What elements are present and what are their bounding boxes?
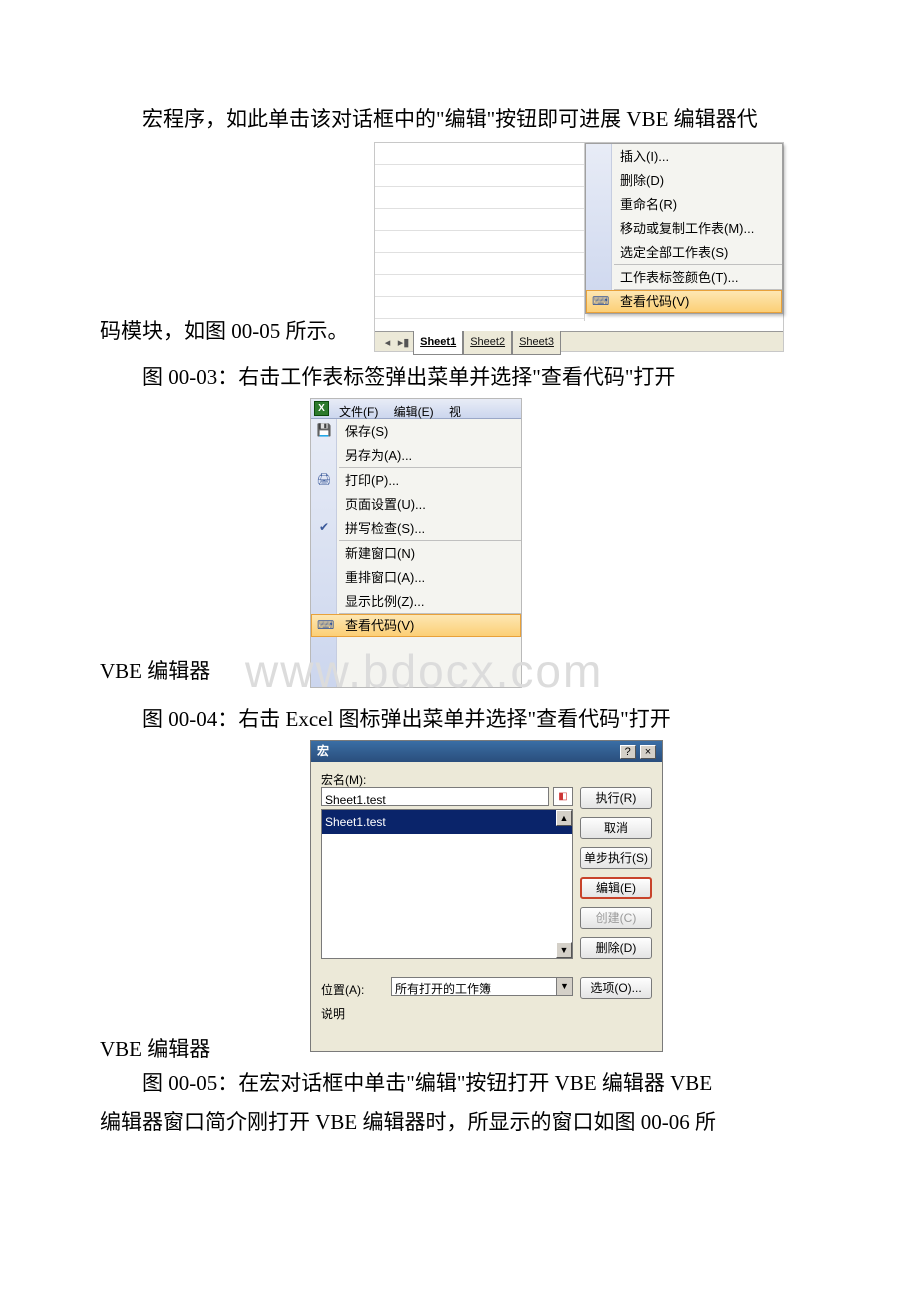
menu-item-spellcheck[interactable]: ✔ 拼写检查(S)... (311, 516, 521, 540)
window-buttons: ? × (619, 740, 656, 763)
text: 编辑器 (142, 1037, 210, 1061)
figure-4-caption: 图 00-04：右击 Excel 图标弹出菜单并选择"查看代码"打开 (100, 700, 820, 740)
text: 编辑器窗口简介刚打开 (100, 1110, 315, 1134)
menu-item-saveas[interactable]: 另存为(A)... (311, 443, 521, 467)
spellcheck-icon: ✔ (316, 519, 332, 535)
menu-label: 查看代码(V) (345, 618, 414, 633)
menu-item-selectall[interactable]: 选定全部工作表(S) (586, 240, 782, 264)
menu-label: 拼写检查(S)... (345, 521, 425, 536)
menu-label: 查看代码(V) (620, 294, 689, 309)
figure-5-caption: 图 00-05：在宏对话框中单击"编辑"按钮打开 VBE 编辑器 VBE (100, 1064, 820, 1104)
run-button[interactable]: 执行(R) (580, 787, 652, 809)
figure-4-excel-icon-menu: X 文件(F) 编辑(E) 视 💾 保存(S) 另存为(A)... 🖨 打印(P… (310, 398, 522, 688)
figure-3-caption: 图 00-03：右击工作表标签弹出菜单并选择"查看代码"打开 (100, 358, 820, 398)
text: 编辑器 (597, 1071, 671, 1095)
text: 编辑器时，所显示的窗口如图 00-06 所 (357, 1110, 716, 1134)
menu-item-arrangewindow[interactable]: 重排窗口(A)... (311, 565, 521, 589)
cancel-button[interactable]: 取消 (580, 817, 652, 839)
macroname-input[interactable]: Sheet1.test (321, 787, 549, 806)
scroll-down-button[interactable]: ▼ (556, 942, 572, 958)
menu-item-zoom[interactable]: 显示比例(Z)... (311, 589, 521, 613)
chevron-down-icon[interactable]: ▼ (556, 978, 572, 995)
text: 编辑器 (142, 659, 210, 683)
context-menu: 💾 保存(S) 另存为(A)... 🖨 打印(P)... 页面设置(U)... … (311, 419, 521, 687)
menu-item-movecopy[interactable]: 移动或复制工作表(M)... (586, 216, 782, 240)
tab-nav-last-icon[interactable]: ▸▮ (397, 333, 410, 354)
location-combo[interactable]: 所有打开的工作簿 ▼ (391, 977, 573, 996)
sheet-tabs-bar: ◂ ▸▮ Sheet1Sheet2Sheet3 (375, 331, 783, 351)
code-icon: ⌨ (317, 617, 333, 633)
refedit-icon: ◧ (558, 791, 567, 802)
menu-label: 保存(S) (345, 424, 388, 439)
figure-5-prefix: VBE 编辑器 (100, 1030, 210, 1070)
sheet-tab-2[interactable]: Sheet2 (463, 331, 512, 355)
tab-nav-first-icon[interactable]: ◂ (381, 333, 394, 354)
location-label: 位置(A): (321, 979, 364, 1002)
save-icon: 💾 (316, 422, 332, 438)
menu-label: 打印(P)... (345, 473, 399, 488)
figure-5-macro-dialog: 宏 ? × 宏名(M): Sheet1.test ◧ Sheet1.test ▲… (310, 740, 663, 1052)
text-en: VBE (626, 107, 668, 131)
text: 图 00-05：在宏对话框中单击"编辑"按钮打开 (142, 1071, 555, 1095)
macro-listbox[interactable]: Sheet1.test ▲ ▼ (321, 809, 573, 959)
menu-item-save[interactable]: 💾 保存(S) (311, 419, 521, 443)
paragraph-line-1: 宏程序，如此单击该对话框中的"编辑"按钮即可进展 VBE 编辑器代 (100, 100, 820, 140)
help-button[interactable]: ? (620, 745, 636, 759)
code-icon: ⌨ (592, 293, 608, 309)
menu-item-pagesetup[interactable]: 页面设置(U)... (311, 492, 521, 516)
menu-item-print[interactable]: 🖨 打印(P)... (311, 468, 521, 492)
menu-item-insert[interactable]: 插入(I)... (586, 144, 782, 168)
text: 宏程序，如此单击该对话框中的"编辑"按钮即可进展 (142, 107, 626, 131)
list-item[interactable]: Sheet1.test (322, 810, 572, 835)
text: 码模块，如图 00-05 所示。 (100, 319, 349, 343)
menu-item-newwindow[interactable]: 新建窗口(N) (311, 541, 521, 565)
sheet-tab-3[interactable]: Sheet3 (512, 331, 561, 355)
options-button[interactable]: 选项(O)... (580, 977, 652, 999)
excel-icon[interactable]: X (314, 401, 329, 416)
description-label: 说明 (321, 1003, 345, 1026)
context-menu: 插入(I)... 删除(D) 重命名(R) 移动或复制工作表(M)... 选定全… (585, 143, 783, 314)
refedit-button[interactable]: ◧ (553, 787, 573, 806)
menu-item-rename[interactable]: 重命名(R) (586, 192, 782, 216)
text-en: VBE (100, 1037, 142, 1061)
delete-button[interactable]: 删除(D) (580, 937, 652, 959)
figure-4-prefix: VBE 编辑器 (100, 652, 210, 692)
create-button: 创建(C) (580, 907, 652, 929)
menu-item-viewcode[interactable]: ⌨ 查看代码(V) (311, 614, 521, 637)
text-en: VBE (555, 1071, 597, 1095)
menu-item-tabcolor[interactable]: 工作表标签颜色(T)... (586, 265, 782, 289)
sheet-tab-1[interactable]: Sheet1 (413, 331, 463, 355)
menubar: 文件(F) 编辑(E) 视 (311, 399, 521, 419)
scroll-up-button[interactable]: ▲ (556, 810, 572, 826)
close-button[interactable]: × (640, 745, 656, 759)
print-icon: 🖨 (316, 471, 332, 487)
text: 编辑器代 (668, 107, 757, 131)
edit-button[interactable]: 编辑(E) (580, 877, 652, 899)
dialog-title: 宏 (317, 740, 329, 763)
text-en: VBE (670, 1071, 712, 1095)
menu-item-delete[interactable]: 删除(D) (586, 168, 782, 192)
text-en: VBE (100, 659, 142, 683)
figure-3-sheet-tab-menu: 插入(I)... 删除(D) 重命名(R) 移动或复制工作表(M)... 选定全… (374, 142, 784, 352)
text-en: VBE (315, 1110, 357, 1134)
titlebar: 宏 ? × (311, 741, 662, 762)
menu-item-viewcode[interactable]: ⌨ 查看代码(V) (586, 290, 782, 313)
step-button[interactable]: 单步执行(S) (580, 847, 652, 869)
figure-5-caption-line2: 编辑器窗口简介刚打开 VBE 编辑器时，所显示的窗口如图 00-06 所 (100, 1103, 820, 1143)
spreadsheet-grid (375, 143, 585, 321)
combo-value: 所有打开的工作簿 (392, 981, 494, 997)
